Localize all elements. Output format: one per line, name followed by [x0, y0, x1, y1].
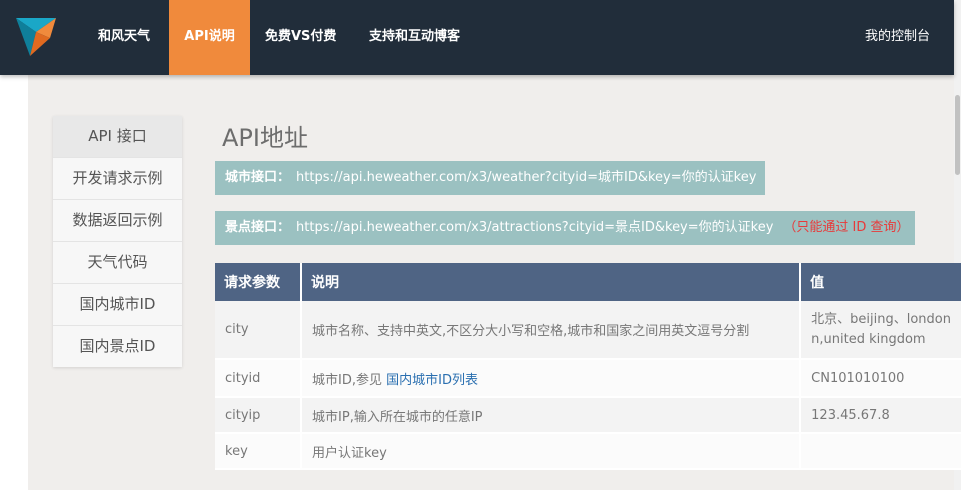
- sidebar-item-attraction-ids[interactable]: 国内景点ID: [53, 326, 182, 367]
- attraction-api-url: https://api.heweather.com/x3/attractions…: [296, 220, 774, 235]
- description-cell: 城市名称、支持中英文,不区分大小写和空格,城市和国家之间用英文逗号分割: [301, 301, 802, 360]
- param-cell: cityip: [215, 397, 303, 434]
- value-cell: 123.45.67.8: [800, 397, 961, 434]
- value-cell: CN101010100: [800, 359, 961, 398]
- nav-free-vs-paid[interactable]: 免费VS付费: [265, 0, 336, 75]
- sidebar-item-response-example[interactable]: 数据返回示例: [53, 200, 182, 242]
- sidebar: API 接口 开发请求示例 数据返回示例 天气代码 国内城市ID 国内景点ID: [53, 116, 182, 367]
- value-line: n,united kingdom: [811, 331, 926, 347]
- param-cell: cityid: [215, 359, 303, 398]
- sidebar-item-weather-codes[interactable]: 天气代码: [53, 242, 182, 284]
- page-title: API地址: [222, 124, 308, 152]
- header-value: 值: [800, 263, 961, 301]
- sidebar-item-api[interactable]: API 接口: [53, 116, 182, 158]
- top-navbar: 和风天气 API说明 免费VS付费 支持和互动博客 我的控制台: [0, 0, 954, 75]
- table-row: cityid 城市ID,参见 国内城市ID列表 CN101010100: [215, 359, 961, 398]
- value-cell: 北京、beijing、london n,united kingdom: [800, 301, 961, 360]
- value-cell: [800, 433, 961, 470]
- scrollbar-thumb[interactable]: [955, 95, 960, 175]
- table-row: key 用户认证key: [215, 433, 961, 470]
- value-line: 北京、beijing、london: [811, 311, 951, 327]
- heweather-logo[interactable]: [16, 16, 58, 56]
- param-cell: key: [215, 433, 303, 470]
- attraction-api-label: 景点接口：: [225, 220, 291, 235]
- nav-api-docs[interactable]: API说明: [169, 0, 250, 75]
- header-description: 说明: [301, 263, 802, 301]
- city-id-list-link[interactable]: 国内城市ID列表: [386, 373, 478, 388]
- description-cell: 用户认证key: [301, 433, 802, 470]
- city-api-url: https://api.heweather.com/x3/weather?cit…: [296, 170, 757, 185]
- param-cell: city: [215, 301, 303, 360]
- table-row: cityip 城市IP,输入所在城市的任意IP 123.45.67.8: [215, 397, 961, 434]
- nav-support-blog[interactable]: 支持和互动博客: [369, 0, 460, 75]
- city-api-label: 城市接口：: [225, 170, 291, 185]
- params-table: 请求参数 说明 值 city 城市名称、支持中英文,不区分大小写和空格,城市和国…: [215, 263, 961, 470]
- description-cell: 城市IP,输入所在城市的任意IP: [301, 397, 802, 434]
- my-console-link[interactable]: 我的控制台: [865, 0, 930, 75]
- description-cell: 城市ID,参见 国内城市ID列表: [301, 359, 802, 398]
- table-header-row: 请求参数 说明 值: [215, 263, 961, 301]
- attraction-api-note: （只能通过 ID 查询）: [783, 220, 910, 235]
- attraction-api-box: 景点接口： https://api.heweather.com/x3/attrac…: [215, 211, 915, 245]
- description-text: 城市ID,参见: [312, 372, 382, 388]
- header-param: 请求参数: [215, 263, 303, 301]
- city-api-box: 城市接口： https://api.heweather.com/x3/weathe…: [215, 161, 765, 195]
- table-row: city 城市名称、支持中英文,不区分大小写和空格,城市和国家之间用英文逗号分割…: [215, 301, 961, 360]
- nav-heweather[interactable]: 和风天气: [98, 0, 150, 75]
- sidebar-item-city-ids[interactable]: 国内城市ID: [53, 284, 182, 326]
- sidebar-item-request-example[interactable]: 开发请求示例: [53, 158, 182, 200]
